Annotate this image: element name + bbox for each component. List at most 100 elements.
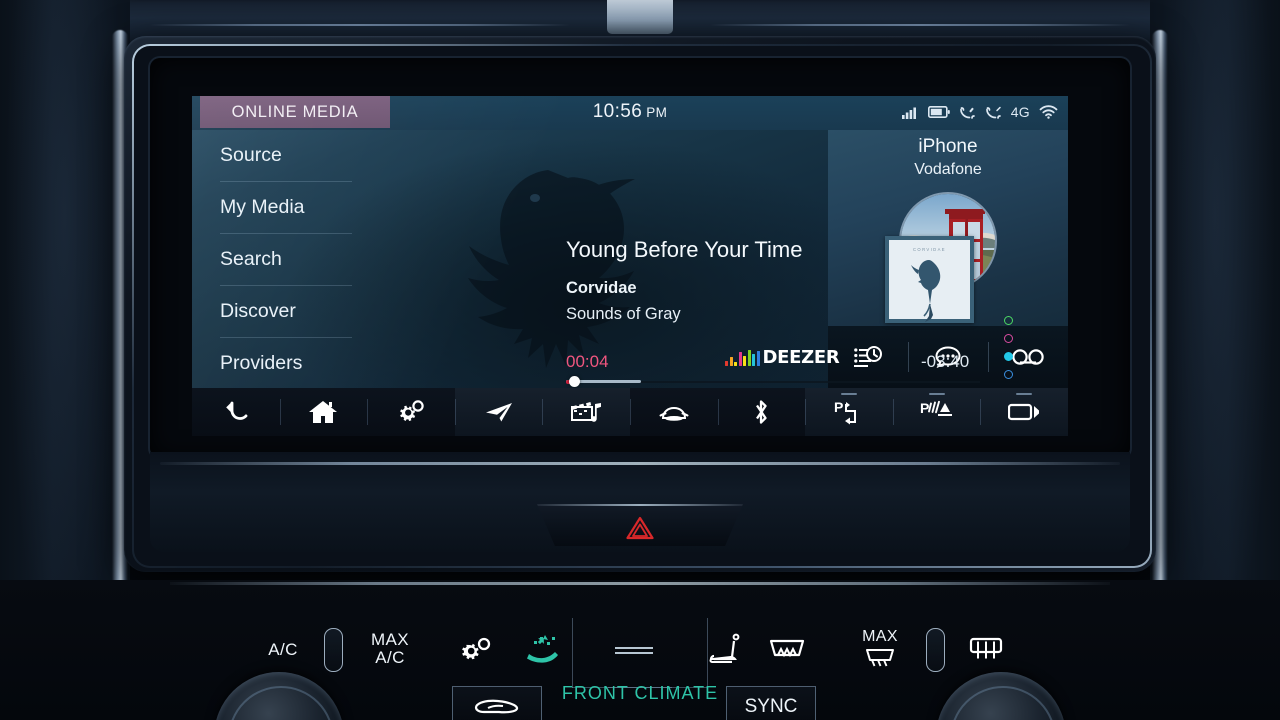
rear-defrost-icon xyxy=(969,637,1003,659)
vertical-pill-icon xyxy=(925,628,945,672)
home-button[interactable] xyxy=(279,388,368,436)
gears-icon xyxy=(400,400,424,421)
park-assist-icon: P xyxy=(834,399,856,425)
park-sensors-icon: P xyxy=(920,400,952,416)
phone-handset-alt-icon xyxy=(985,106,1001,119)
recirculation-button[interactable] xyxy=(452,686,542,720)
navigation-button[interactable] xyxy=(454,388,543,436)
progress-handle[interactable] xyxy=(569,376,581,387)
sidebar-item-my-media[interactable]: My Media xyxy=(220,182,352,234)
active-indicator-tick xyxy=(1016,393,1033,395)
voicemail-icon xyxy=(1012,349,1044,365)
bluetooth-button[interactable] xyxy=(717,388,806,436)
bluetooth-icon xyxy=(756,400,768,424)
seat-heater-icon xyxy=(709,633,740,663)
rear-defrost-glyph-icon xyxy=(866,648,894,667)
navigation-arrow-icon xyxy=(485,403,512,422)
hazard-triangle-icon[interactable] xyxy=(626,516,654,540)
screen-lip-chrome xyxy=(160,462,1120,465)
page-dot-3-active[interactable] xyxy=(1004,352,1013,361)
svg-text:P: P xyxy=(920,400,929,416)
max-ac-label-line2: A/C xyxy=(375,648,405,667)
back-button[interactable] xyxy=(192,388,280,436)
page-dot-1[interactable] xyxy=(1004,316,1013,325)
park-assist-button[interactable]: P xyxy=(805,388,893,436)
album-art: CORVIDAE xyxy=(885,236,974,323)
track-title: Young Before Your Time xyxy=(566,237,803,262)
media-button[interactable] xyxy=(542,388,630,436)
signal-bars-icon xyxy=(901,107,916,119)
phone-button[interactable] xyxy=(629,388,718,436)
status-icon-tray: 4G xyxy=(901,96,1058,128)
status-bar: 10:56 PM ONLINE MEDIA 4G xyxy=(192,96,1068,130)
windshield-defrost-icon xyxy=(769,639,805,658)
deezer-wordmark: DEEZER xyxy=(762,347,840,368)
max-defrost-button[interactable]: MAX xyxy=(852,622,908,676)
climate-divider-left xyxy=(572,618,573,688)
clock-time: 10:56 xyxy=(592,101,643,122)
fan-bars-icon xyxy=(615,647,653,654)
system-nav-bar: P P xyxy=(192,388,1068,436)
ac-label: A/C xyxy=(268,640,298,660)
camera-button[interactable] xyxy=(980,388,1068,436)
max-ac-button[interactable]: MAX A/C xyxy=(356,624,424,674)
sidebar-item-providers[interactable]: Providers xyxy=(220,338,352,388)
phone-device-name: iPhone xyxy=(918,136,978,157)
recirculation-icon xyxy=(474,699,519,714)
fan-speed-button[interactable] xyxy=(608,630,660,670)
provider-logo-deezer: DEEZER xyxy=(725,347,840,368)
sidebar-item-source[interactable]: Source xyxy=(220,130,352,182)
settings-button[interactable] xyxy=(367,388,455,436)
back-arrow-icon xyxy=(225,401,248,420)
remaining-time: -03:40 xyxy=(921,352,970,371)
page-dot-4[interactable] xyxy=(1004,370,1013,379)
deezer-equalizer-bars xyxy=(725,350,760,366)
home-icon xyxy=(309,401,338,423)
vertical-pill-icon xyxy=(323,628,343,672)
park-sensors-button[interactable]: P xyxy=(892,388,981,436)
driver-temp-slider[interactable] xyxy=(318,626,348,674)
passenger-temp-slider[interactable] xyxy=(920,626,950,674)
telephone-icon xyxy=(659,406,689,421)
ac-button[interactable]: A/C xyxy=(252,628,314,672)
clock-ampm: PM xyxy=(646,104,668,120)
sidebar-item-discover[interactable]: Discover xyxy=(220,286,352,338)
hazard-panel xyxy=(536,504,744,546)
recent-calls-icon xyxy=(854,346,882,367)
page-dot-2[interactable] xyxy=(1004,334,1013,343)
track-artist: Corvidae xyxy=(566,279,637,297)
active-indicator-tick xyxy=(928,393,945,395)
gears-icon xyxy=(462,637,491,660)
max-defrost-label: MAX xyxy=(862,628,898,646)
network-type-label: 4G xyxy=(1010,104,1030,120)
active-indicator-tick xyxy=(840,393,857,395)
climate-chrome-trim xyxy=(170,582,1110,585)
phone-carrier-name: Vodafone xyxy=(914,161,982,178)
voicemail-button[interactable] xyxy=(988,326,1068,388)
sync-label: SYNC xyxy=(744,696,798,717)
sync-button[interactable]: SYNC xyxy=(726,686,816,720)
climate-settings-button[interactable] xyxy=(452,628,502,672)
track-album: Sounds of Gray xyxy=(566,305,681,323)
media-clapper-note-icon xyxy=(571,402,602,422)
sidebar-item-search[interactable]: Search xyxy=(220,234,352,286)
page-indicator-dots[interactable] xyxy=(1004,316,1013,388)
tab-online-media-label: ONLINE MEDIA xyxy=(231,102,359,121)
infotainment-screenshot: Young Before Your Time Corvidae Sounds o… xyxy=(0,0,1280,720)
battery-icon xyxy=(927,106,950,118)
phone-handset-icon xyxy=(959,106,975,119)
wifi-icon xyxy=(1039,105,1058,119)
elapsed-time: 00:04 xyxy=(566,352,609,371)
media-sidebar: Source My Media Search Discover Provider… xyxy=(192,130,352,388)
tab-online-media[interactable]: ONLINE MEDIA xyxy=(200,96,390,128)
airflow-button[interactable] xyxy=(518,626,566,674)
camera-icon xyxy=(1008,403,1040,421)
playback-progress-bar[interactable] xyxy=(566,376,980,387)
max-ac-label-line1: MAX xyxy=(370,630,410,650)
airflow-icon xyxy=(527,635,558,663)
rear-defrost-button[interactable] xyxy=(958,628,1014,672)
album-art-title: CORVIDAE xyxy=(913,247,946,252)
svg-text:P: P xyxy=(834,399,843,415)
windshield-defrost-button[interactable] xyxy=(760,628,814,672)
seat-heater-button[interactable] xyxy=(698,626,750,674)
